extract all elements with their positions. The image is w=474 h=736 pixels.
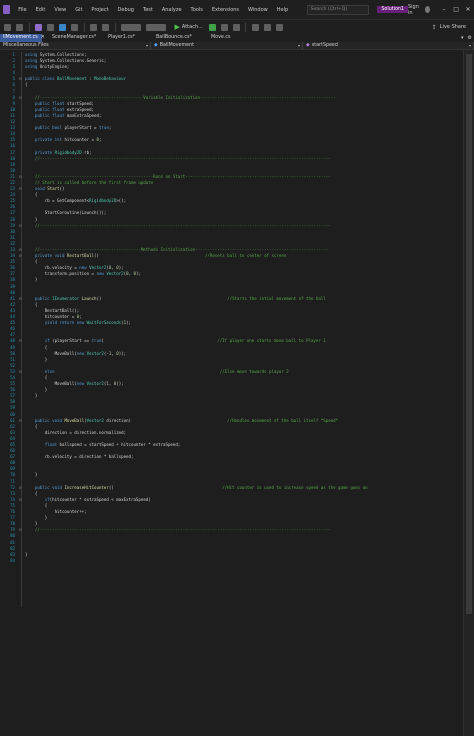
class-icon: ◆ bbox=[154, 42, 158, 48]
chevron-down-icon: ▾ bbox=[145, 42, 148, 48]
uncomment-icon[interactable] bbox=[263, 23, 271, 31]
attach-label: Attach... bbox=[181, 24, 203, 30]
menu-analyze[interactable]: Analyze bbox=[157, 7, 186, 13]
menu-tools[interactable]: Tools bbox=[186, 7, 207, 13]
live-share-button[interactable]: ⇪ Live Share bbox=[432, 24, 466, 31]
menu-git[interactable]: Git bbox=[71, 7, 87, 13]
tab-list-dropdown-icon[interactable]: ▾ bbox=[461, 35, 464, 41]
live-share-label: Live Share bbox=[439, 24, 466, 30]
navigation-bar: Miscellaneous Files ▾ ◆ BallMovement ▾ ◆ s… bbox=[0, 41, 474, 50]
toolbar-divider bbox=[245, 22, 247, 32]
platform-dropdown[interactable] bbox=[146, 23, 166, 31]
menu-extensions[interactable]: Extensions bbox=[207, 7, 243, 13]
menu-file[interactable]: File bbox=[14, 7, 31, 13]
project-label: Miscellaneous Files bbox=[3, 42, 49, 48]
solution-name-badge: Solution1 bbox=[377, 6, 408, 13]
menu-debug[interactable]: Debug bbox=[113, 7, 138, 13]
class-label: BallMovement bbox=[159, 42, 195, 48]
menu-help[interactable]: Help bbox=[272, 7, 292, 13]
bookmark-icon[interactable] bbox=[275, 23, 283, 31]
new-project-icon[interactable] bbox=[35, 23, 42, 31]
account-avatar-icon[interactable] bbox=[424, 6, 431, 13]
attach-button[interactable]: ▶ Attach... bbox=[175, 23, 203, 31]
hot-reload-icon[interactable] bbox=[220, 23, 228, 31]
save-icon[interactable] bbox=[59, 23, 66, 31]
chevron-down-icon: ▾ bbox=[297, 42, 300, 48]
start-without-debugging-icon[interactable] bbox=[208, 23, 216, 31]
toolbar: ▶ Attach... ⇪ Live Share bbox=[0, 19, 474, 34]
chevron-down-icon: ▾ bbox=[468, 42, 471, 48]
menu-edit[interactable]: Edit bbox=[31, 7, 50, 13]
scrollbar-thumb[interactable] bbox=[466, 54, 472, 614]
toolbar-divider bbox=[28, 22, 30, 32]
menu-view[interactable]: View bbox=[50, 7, 71, 13]
menu-window[interactable]: Window bbox=[244, 7, 273, 13]
tab-label: Move.cs bbox=[211, 35, 231, 40]
toolbar-divider bbox=[83, 22, 85, 32]
sign-in-link[interactable]: Sign in bbox=[408, 4, 425, 16]
field-icon: ◆ bbox=[306, 42, 310, 48]
play-icon: ▶ bbox=[174, 23, 180, 31]
redo-icon[interactable] bbox=[102, 23, 109, 31]
code-line[interactable]: 84 bbox=[0, 558, 463, 564]
search-input[interactable]: Search (Ctrl+Q) bbox=[306, 4, 370, 15]
diagnostics-icon[interactable] bbox=[232, 23, 240, 31]
tab-label: Player1.cs* bbox=[108, 35, 136, 40]
vertical-scrollbar[interactable] bbox=[463, 50, 474, 736]
settings-icon[interactable]: ⚙ bbox=[468, 35, 472, 41]
line-number: 84 bbox=[10, 557, 15, 563]
comment-icon[interactable] bbox=[251, 23, 259, 31]
project-dropdown[interactable]: Miscellaneous Files ▾ bbox=[0, 41, 151, 50]
class-dropdown[interactable]: ◆ BallMovement ▾ bbox=[151, 41, 303, 50]
live-share-icon: ⇪ bbox=[431, 23, 437, 31]
tab-label: llMovement.cs bbox=[3, 35, 38, 40]
visual-studio-logo-icon bbox=[3, 5, 10, 14]
member-label: startSpeed bbox=[311, 42, 338, 48]
maximize-icon[interactable]: □ bbox=[450, 6, 462, 13]
menu-project[interactable]: Project bbox=[87, 7, 113, 13]
menu-test[interactable]: Test bbox=[138, 7, 157, 13]
save-all-icon[interactable] bbox=[71, 23, 78, 31]
code-editor[interactable]: 1 using System.Collections; 2 using System.… bbox=[0, 50, 463, 736]
minimize-icon[interactable]: – bbox=[438, 6, 450, 13]
back-icon[interactable] bbox=[4, 23, 11, 31]
forward-icon[interactable] bbox=[16, 23, 23, 31]
tab-label: BallBounce.cs* bbox=[156, 35, 192, 40]
code-lines: 1 using System.Collections; 2 using System.… bbox=[0, 52, 463, 564]
open-file-icon[interactable] bbox=[47, 23, 54, 31]
tab-label: SceneManager.cs* bbox=[52, 35, 97, 40]
configuration-dropdown[interactable] bbox=[121, 23, 141, 31]
close-icon[interactable]: ✕ bbox=[462, 6, 474, 13]
toolbar-divider bbox=[114, 22, 116, 32]
undo-icon[interactable] bbox=[90, 23, 97, 31]
member-dropdown[interactable]: ◆ startSpeed ▾ bbox=[303, 41, 474, 50]
menu-bar: File Edit View Git Project Debug Test An… bbox=[0, 0, 474, 19]
